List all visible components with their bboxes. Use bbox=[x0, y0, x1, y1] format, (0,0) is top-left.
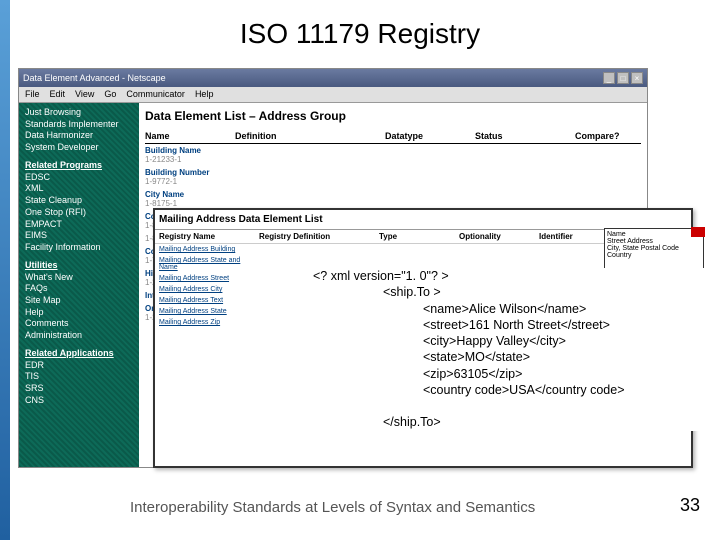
slide-title: ISO 11179 Registry bbox=[0, 0, 720, 58]
info-line: Name bbox=[607, 231, 701, 238]
menu-help[interactable]: Help bbox=[195, 89, 214, 100]
sidebar-item[interactable]: Help bbox=[25, 307, 133, 319]
overlay-title: Mailing Address Data Element List bbox=[155, 210, 691, 230]
table-row[interactable]: City Name1-8175-1 bbox=[145, 188, 641, 210]
xml-line: <country code>USA</country code> bbox=[313, 382, 713, 398]
sidebar-header: Related Programs bbox=[25, 160, 133, 170]
col-def: Definition bbox=[235, 131, 385, 141]
sidebar-item[interactable]: State Cleanup bbox=[25, 195, 133, 207]
sidebar-item[interactable]: Site Map bbox=[25, 295, 133, 307]
window-controls: _ □ × bbox=[603, 72, 643, 84]
menubar: File Edit View Go Communicator Help bbox=[19, 87, 647, 103]
info-line: City, State Postal Code bbox=[607, 245, 701, 252]
sidebar-item[interactable]: Facility Information bbox=[25, 242, 133, 254]
xml-line: </ship.To> bbox=[313, 414, 713, 430]
sidebar: Just BrowsingStandards ImplementerData H… bbox=[19, 103, 139, 467]
xml-line: <ship.To > bbox=[313, 284, 713, 300]
slide: ISO 11179 Registry Data Element Advanced… bbox=[0, 0, 720, 540]
menu-view[interactable]: View bbox=[75, 89, 94, 100]
xml-line bbox=[313, 398, 713, 414]
col-name: Name bbox=[145, 131, 235, 141]
sidebar-item[interactable]: EDR bbox=[25, 360, 133, 372]
sidebar-item[interactable]: CNS bbox=[25, 395, 133, 407]
sidebar-item[interactable]: EIMS bbox=[25, 230, 133, 242]
sidebar-item[interactable]: System Developer bbox=[25, 142, 133, 154]
sidebar-item[interactable]: EMPACT bbox=[25, 219, 133, 231]
sidebar-item[interactable]: Data Harmonizer bbox=[25, 130, 133, 142]
sidebar-item[interactable]: FAQs bbox=[25, 283, 133, 295]
menu-file[interactable]: File bbox=[25, 89, 40, 100]
xml-line: <? xml version="1. 0"? > bbox=[313, 268, 713, 284]
info-line: Country bbox=[607, 252, 701, 259]
panel-title: Data Element List – Address Group bbox=[145, 109, 641, 123]
col-compare: Compare? bbox=[575, 131, 635, 141]
info-line: Street Address bbox=[607, 238, 701, 245]
table-row[interactable]: Building Number1-9772-1 bbox=[145, 166, 641, 188]
sidebar-header: Related Applications bbox=[25, 348, 133, 358]
menu-go[interactable]: Go bbox=[104, 89, 116, 100]
col-status: Status bbox=[475, 131, 575, 141]
sidebar-item[interactable]: EDSC bbox=[25, 172, 133, 184]
content-area: Data Element Advanced - Netscape _ □ × F… bbox=[18, 68, 710, 488]
xml-line: <zip>63105</zip> bbox=[313, 366, 713, 382]
page-number: 33 bbox=[680, 495, 700, 516]
sidebar-item[interactable]: Administration bbox=[25, 330, 133, 342]
accent-bar bbox=[0, 0, 10, 540]
footer-text: Interoperability Standards at Levels of … bbox=[130, 499, 535, 516]
sidebar-item[interactable]: SRS bbox=[25, 383, 133, 395]
close-icon[interactable]: × bbox=[631, 72, 643, 84]
menu-edit[interactable]: Edit bbox=[50, 89, 66, 100]
table-header: Name Definition Datatype Status Compare? bbox=[145, 129, 641, 144]
sidebar-item[interactable]: One Stop (RFI) bbox=[25, 207, 133, 219]
titlebar: Data Element Advanced - Netscape _ □ × bbox=[19, 69, 647, 87]
xml-line: <name>Alice Wilson</name> bbox=[313, 301, 713, 317]
minimize-icon[interactable]: _ bbox=[603, 72, 615, 84]
xml-line: <state>MO</state> bbox=[313, 349, 713, 365]
window-title: Data Element Advanced - Netscape bbox=[23, 73, 166, 83]
sidebar-item[interactable]: Comments bbox=[25, 318, 133, 330]
xml-line: <city>Happy Valley</city> bbox=[313, 333, 713, 349]
sidebar-item[interactable]: XML bbox=[25, 183, 133, 195]
xml-line: <street>161 North Street</street> bbox=[313, 317, 713, 333]
sidebar-item[interactable]: Standards Implementer bbox=[25, 119, 133, 131]
menu-communicator[interactable]: Communicator bbox=[126, 89, 185, 100]
info-box-badge bbox=[691, 227, 705, 237]
table-row[interactable]: Building Name1-21233-1 bbox=[145, 144, 641, 166]
sidebar-header: Utilities bbox=[25, 260, 133, 270]
sidebar-item[interactable]: TIS bbox=[25, 371, 133, 383]
sidebar-item[interactable]: Just Browsing bbox=[25, 107, 133, 119]
maximize-icon[interactable]: □ bbox=[617, 72, 629, 84]
sidebar-item[interactable]: What's New bbox=[25, 272, 133, 284]
col-type: Datatype bbox=[385, 131, 475, 141]
xml-snippet: <? xml version="1. 0"? ><ship.To ><name>… bbox=[313, 268, 713, 431]
